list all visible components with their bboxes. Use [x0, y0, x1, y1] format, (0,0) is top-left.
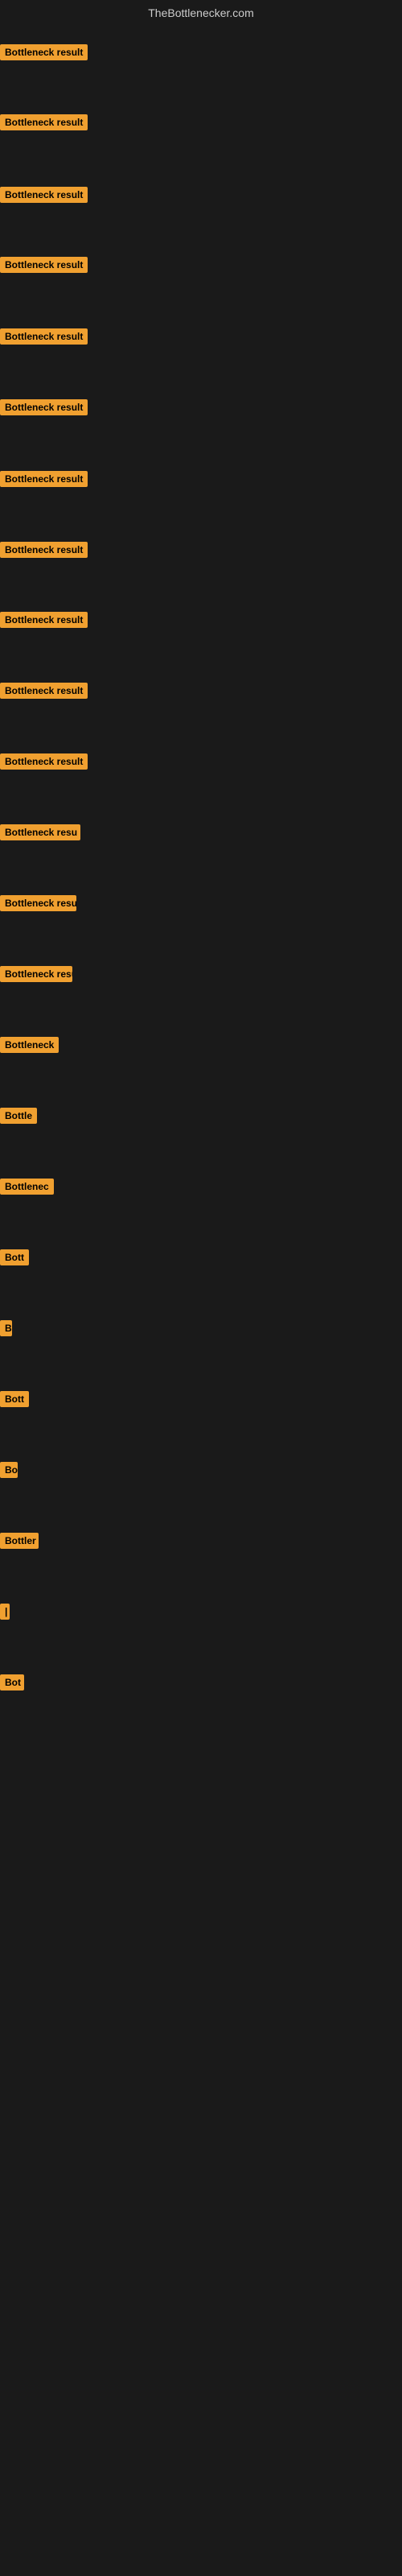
- bottleneck-badge-row: Bottleneck result: [0, 612, 88, 632]
- bottleneck-badge[interactable]: Bott: [0, 1391, 29, 1407]
- bottleneck-badge-row: |: [0, 1604, 10, 1624]
- bottleneck-badge-row: Bottleneck result: [0, 328, 88, 349]
- bottleneck-badge-row: Bo: [0, 1462, 18, 1482]
- bottleneck-badge[interactable]: Bo: [0, 1462, 18, 1478]
- bottleneck-badge[interactable]: Bottleneck result: [0, 683, 88, 699]
- bottleneck-badge[interactable]: Bottleneck result: [0, 328, 88, 345]
- bottleneck-badge-row: Bottleneck resu: [0, 966, 72, 986]
- bottleneck-badge-row: Bottleneck resu: [0, 824, 80, 844]
- bottleneck-badge-row: Bottleneck result: [0, 542, 88, 562]
- bottleneck-badge[interactable]: Bottleneck resu: [0, 895, 76, 911]
- bottleneck-badge[interactable]: Bottleneck result: [0, 187, 88, 203]
- bottleneck-badge-row: Bottleneck result: [0, 471, 88, 491]
- bottleneck-badge[interactable]: B: [0, 1320, 12, 1336]
- bottleneck-badge-row: Bott: [0, 1249, 29, 1269]
- bottleneck-badge[interactable]: Bottleneck resu: [0, 966, 72, 982]
- bottleneck-badge[interactable]: |: [0, 1604, 10, 1620]
- bottleneck-badge[interactable]: Bottleneck result: [0, 44, 88, 60]
- bottleneck-badge[interactable]: Bottlenec: [0, 1179, 54, 1195]
- bottleneck-badge[interactable]: Bottleneck result: [0, 612, 88, 628]
- bottleneck-badge[interactable]: Bottleneck resu: [0, 824, 80, 840]
- bottleneck-badge[interactable]: Bott: [0, 1249, 29, 1265]
- bottleneck-badge-row: Bottleneck result: [0, 114, 88, 134]
- bottleneck-badge-row: Bottle: [0, 1108, 37, 1128]
- bottleneck-badge[interactable]: Bottler: [0, 1533, 39, 1549]
- bottleneck-badge-row: Bott: [0, 1391, 29, 1411]
- bottleneck-badge[interactable]: Bottleneck result: [0, 471, 88, 487]
- bottleneck-badge-row: Bottleneck result: [0, 44, 88, 64]
- bottleneck-badge[interactable]: Bottleneck result: [0, 753, 88, 770]
- bottleneck-badge-row: Bottleneck: [0, 1037, 59, 1057]
- bottleneck-badge-row: Bottleneck result: [0, 753, 88, 774]
- bottleneck-badge-row: Bottleneck result: [0, 683, 88, 703]
- bottleneck-badge-row: Bottleneck result: [0, 257, 88, 277]
- bottleneck-badge-row: Bottlenec: [0, 1179, 54, 1199]
- bottleneck-badge[interactable]: Bottleneck result: [0, 399, 88, 415]
- site-title: TheBottlenecker.com: [0, 0, 402, 23]
- bottleneck-badge[interactable]: Bottleneck result: [0, 542, 88, 558]
- bottleneck-badge[interactable]: Bottleneck: [0, 1037, 59, 1053]
- bottleneck-badge-row: Bottleneck result: [0, 399, 88, 419]
- bottleneck-badge[interactable]: Bottle: [0, 1108, 37, 1124]
- bottleneck-badge-row: B: [0, 1320, 12, 1340]
- bottleneck-badge-row: Bottleneck result: [0, 187, 88, 207]
- bottleneck-badge[interactable]: Bottleneck result: [0, 114, 88, 130]
- bottleneck-badge-row: Bottler: [0, 1533, 39, 1553]
- bottleneck-badge[interactable]: Bot: [0, 1674, 24, 1690]
- bottleneck-badge-row: Bottleneck resu: [0, 895, 76, 915]
- bottleneck-badge[interactable]: Bottleneck result: [0, 257, 88, 273]
- bottleneck-badge-row: Bot: [0, 1674, 24, 1695]
